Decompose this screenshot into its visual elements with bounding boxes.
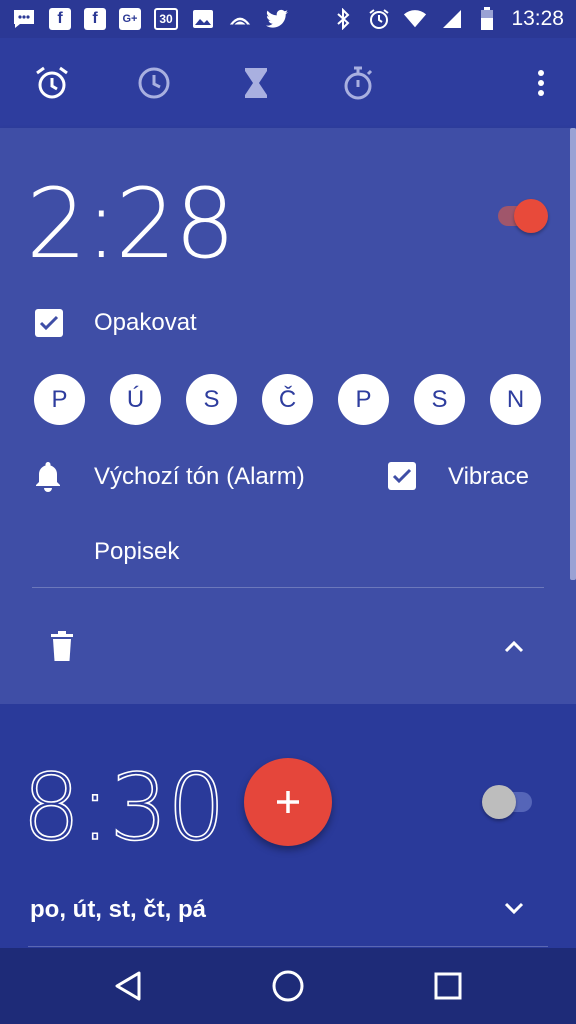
signal-icon bbox=[439, 8, 463, 30]
wifi-icon bbox=[403, 8, 427, 30]
alarm-toggle[interactable] bbox=[498, 199, 548, 233]
day-toggle[interactable]: S bbox=[186, 374, 237, 425]
hourglass-icon bbox=[245, 68, 267, 98]
day-toggle[interactable]: P bbox=[338, 374, 389, 425]
overflow-menu-button[interactable] bbox=[518, 60, 564, 106]
day-toggle[interactable]: Ú bbox=[110, 374, 161, 425]
clock-icon bbox=[138, 67, 170, 99]
tab-clock[interactable] bbox=[131, 60, 177, 106]
repeat-days-summary: po, út, st, čt, pá bbox=[30, 896, 207, 923]
battery-icon bbox=[475, 7, 499, 30]
tab-stopwatch[interactable] bbox=[335, 60, 381, 106]
trash-icon bbox=[51, 631, 73, 661]
chevron-down-icon bbox=[504, 902, 524, 915]
repeat-label[interactable]: Opakovat bbox=[94, 309, 197, 337]
alarm-label-field[interactable]: Popisek bbox=[94, 538, 179, 566]
divider bbox=[28, 946, 548, 947]
delete-button[interactable] bbox=[46, 628, 78, 664]
expand-button[interactable] bbox=[498, 892, 530, 924]
day-toggle[interactable]: Č bbox=[262, 374, 313, 425]
status-time: 13:28 bbox=[511, 7, 564, 30]
alarm-clock-icon bbox=[36, 66, 68, 99]
stopwatch-icon bbox=[344, 66, 373, 100]
tab-bar bbox=[0, 38, 576, 128]
status-bar: f f G+ 30 13:28 bbox=[0, 0, 576, 38]
home-icon bbox=[272, 970, 304, 1002]
alarm-time[interactable]: 2:28 bbox=[26, 168, 236, 280]
toggle-knob bbox=[514, 199, 548, 233]
chevron-up-icon bbox=[504, 640, 524, 653]
alarm-time[interactable]: 8:30 bbox=[21, 753, 226, 862]
day-toggle[interactable]: P bbox=[34, 374, 85, 425]
tab-alarm[interactable] bbox=[29, 60, 75, 106]
facebook-icon: f bbox=[84, 8, 106, 30]
day-toggle[interactable]: N bbox=[490, 374, 541, 425]
bluetooth-icon bbox=[331, 8, 355, 30]
collapse-button[interactable] bbox=[498, 631, 530, 663]
ringtone-selector[interactable]: Výchozí tón (Alarm) bbox=[94, 463, 305, 491]
alarm-icon bbox=[367, 8, 391, 30]
tab-timer[interactable] bbox=[233, 60, 279, 106]
cloud-icon bbox=[228, 8, 252, 30]
bell-icon bbox=[32, 460, 64, 492]
weekday-selector: P Ú S Č P S N bbox=[34, 374, 541, 425]
check-icon bbox=[39, 315, 59, 331]
toggle-knob bbox=[482, 785, 516, 819]
alarm-toggle[interactable] bbox=[482, 785, 532, 819]
plus-icon bbox=[277, 791, 299, 813]
divider bbox=[32, 587, 544, 588]
check-icon bbox=[392, 468, 412, 484]
google-plus-icon: G+ bbox=[119, 8, 141, 30]
back-button[interactable] bbox=[110, 968, 146, 1004]
chat-icon bbox=[12, 8, 36, 30]
alarm-card-expanded: 2:28 Opakovat P Ú S Č P S N Výchozí tón … bbox=[0, 128, 576, 704]
navigation-bar bbox=[0, 948, 576, 1024]
day-toggle[interactable]: S bbox=[414, 374, 465, 425]
calendar-icon: 30 bbox=[154, 8, 178, 30]
scrollbar[interactable] bbox=[570, 128, 576, 580]
repeat-checkbox[interactable] bbox=[35, 309, 63, 337]
add-alarm-button[interactable] bbox=[244, 758, 332, 846]
facebook-icon: f bbox=[49, 8, 71, 30]
recents-icon bbox=[434, 972, 462, 1000]
home-button[interactable] bbox=[270, 968, 306, 1004]
vibrate-label[interactable]: Vibrace bbox=[448, 463, 529, 491]
recents-button[interactable] bbox=[430, 968, 466, 1004]
back-icon bbox=[115, 971, 141, 1001]
more-vert-icon bbox=[538, 70, 544, 96]
vibrate-checkbox[interactable] bbox=[388, 462, 416, 490]
image-icon bbox=[191, 8, 215, 30]
twitter-icon bbox=[265, 8, 289, 30]
